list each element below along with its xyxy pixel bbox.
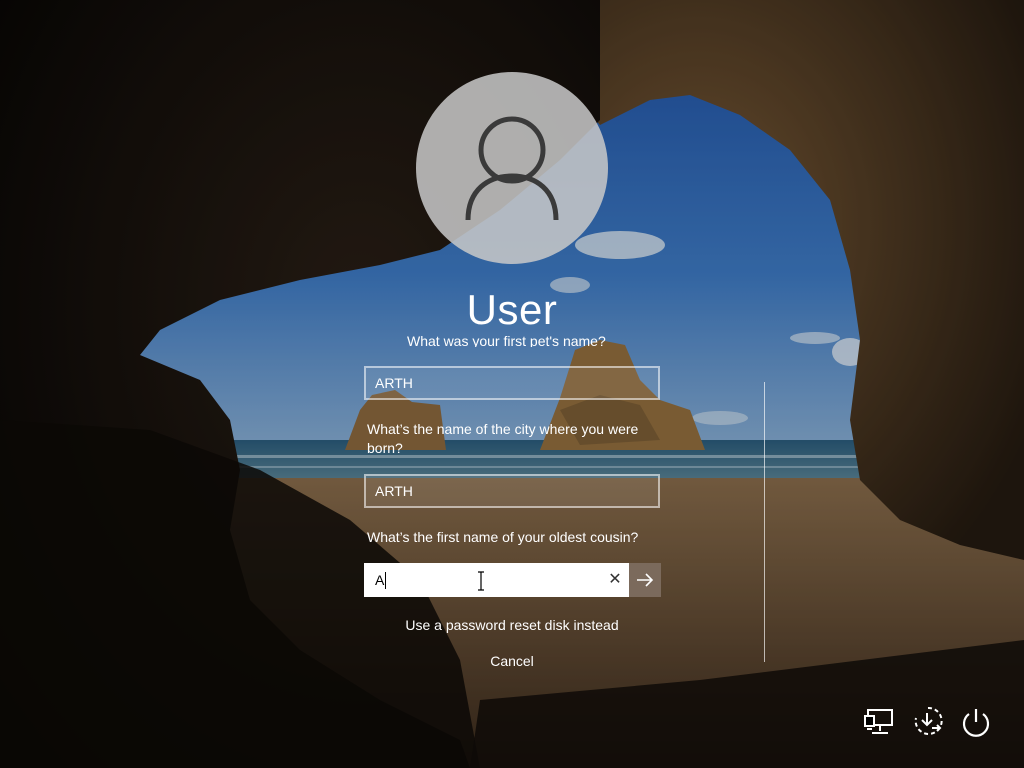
security-question-3: What’s the first name of your oldest cou…	[367, 529, 639, 545]
power-icon	[962, 709, 990, 737]
network-button[interactable]	[862, 704, 898, 740]
text-caret	[385, 572, 386, 589]
network-icon	[864, 709, 893, 734]
arrow-right-icon	[637, 573, 654, 587]
person-icon	[465, 116, 559, 221]
lock-screen: User What was your first pet's name? ART…	[0, 0, 1024, 768]
submit-button[interactable]	[628, 563, 661, 597]
security-question-1: What was your first pet's name?	[407, 333, 606, 347]
user-avatar	[416, 72, 608, 264]
cancel-link[interactable]: Cancel	[362, 651, 662, 671]
password-reset-disk-link[interactable]: Use a password reset disk instead	[362, 615, 662, 635]
clear-button[interactable]: ✕	[602, 565, 628, 595]
user-name: User	[466, 286, 558, 333]
security-question-2: What’s the name of the city where you we…	[367, 421, 639, 456]
vertical-divider	[764, 382, 765, 662]
security-answer-1-field[interactable]: ARTH	[364, 366, 660, 400]
ease-of-access-button[interactable]	[910, 704, 946, 740]
security-answer-3-container: ✕	[364, 563, 661, 597]
close-icon: ✕	[608, 571, 622, 588]
ibeam-cursor-icon	[478, 571, 484, 591]
ease-of-access-icon	[914, 706, 943, 735]
security-answer-2-field[interactable]: ARTH	[364, 474, 660, 508]
security-answer-3-input[interactable]	[366, 565, 604, 595]
power-button[interactable]	[958, 704, 994, 740]
